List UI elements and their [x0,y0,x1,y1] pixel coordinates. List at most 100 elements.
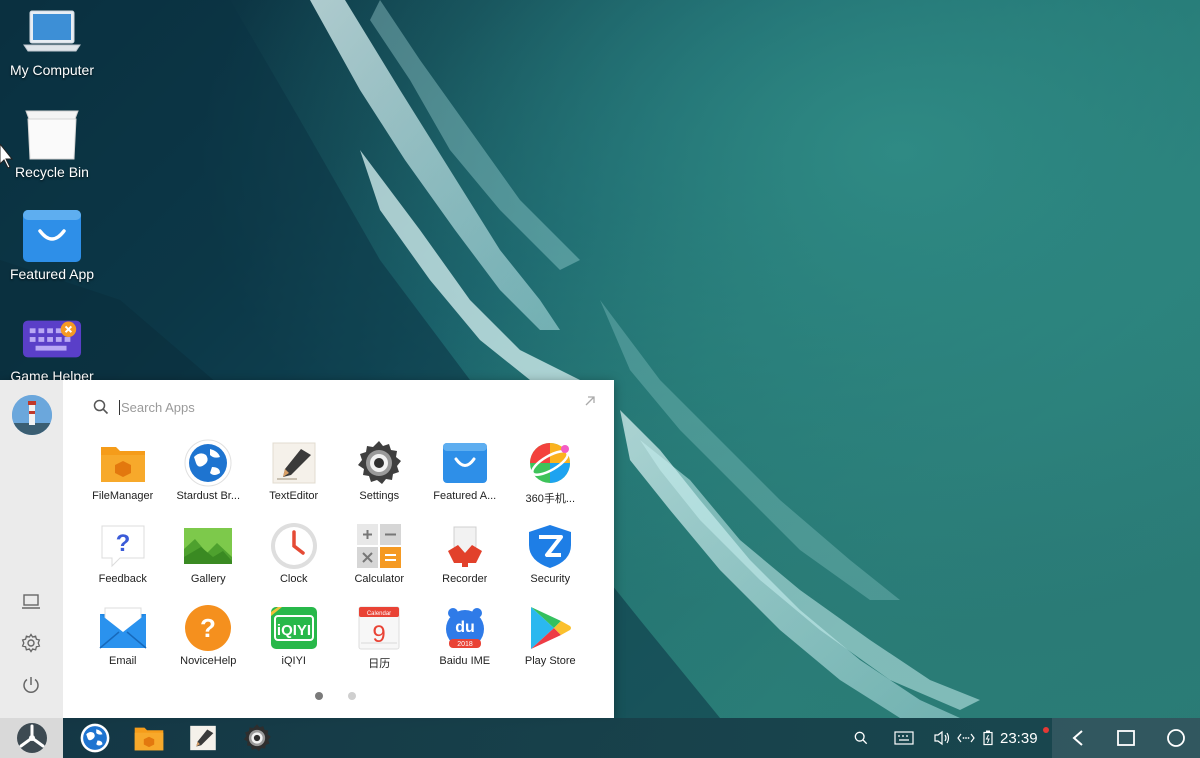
app-label: Featured A... [433,490,497,502]
start-menu-main: FileManager Stardust Br... [63,380,614,718]
laptop-icon [22,4,82,60]
iqiyi-icon: iQIYI [268,605,320,651]
browser-globe-icon [182,439,234,487]
envelope-icon [97,605,149,651]
start-menu: FileManager Stardust Br... [0,380,614,718]
expand-icon[interactable] [582,393,598,409]
question-bubble-icon: ? [97,523,149,569]
app-label: FileManager [92,490,154,502]
app-security[interactable]: Security [508,523,594,606]
network-icon [957,733,975,743]
folder-icon [97,440,149,486]
app-stardust-browser[interactable]: Stardust Br... [166,439,252,523]
tray-battery[interactable] [981,728,995,748]
mouse-cursor-icon [0,144,14,169]
app-clock[interactable]: Clock [251,522,337,606]
clock[interactable]: 23:39 [1000,730,1038,747]
app-iqiyi[interactable]: iQIYI iQIYI [251,605,337,688]
folder-icon [134,727,164,751]
keyboard-icon [894,731,914,745]
tray-network[interactable] [957,728,975,748]
app-email[interactable]: Email [80,605,166,688]
app-novicehelp[interactable]: ? NoviceHelp [166,605,252,688]
taskbar-app-texteditor[interactable] [188,724,218,752]
taskbar-app-settings[interactable] [242,724,272,752]
page-dot-1[interactable] [315,692,323,700]
search-input[interactable] [119,399,419,415]
app-label: Clock [279,572,308,585]
search-icon [854,731,868,745]
svg-text:9: 9 [373,621,386,648]
app-calendar[interactable]: Calendar 9 日历 [337,605,423,688]
search-bar [93,396,601,418]
colorful-ball-icon [524,440,576,486]
app-label: Calculator [354,572,405,585]
back-icon [1072,730,1083,746]
my-computer-button[interactable] [18,589,44,615]
volume-icon [934,730,950,746]
app-recorder[interactable]: Recorder [422,523,508,606]
recents-icon [1117,730,1135,746]
power-button[interactable] [18,672,44,698]
back-button[interactable] [1068,728,1088,748]
browser-globe-icon [80,723,110,753]
desktop-icon-my-computer[interactable]: My Computer [0,4,104,78]
page-dot-2[interactable] [348,692,356,700]
app-label: 日历 [368,658,391,670]
app-filemanager[interactable]: FileManager [80,440,166,523]
image-icon [182,523,234,569]
app-360-mobile[interactable]: 360手机... [508,440,594,523]
svg-text:Calendar: Calendar [367,611,391,617]
battery-icon [983,730,993,746]
desktop-icon-featured-app[interactable]: Featured App [0,208,104,282]
recents-button[interactable] [1116,728,1136,748]
navigation-bar [1052,718,1200,758]
text-editor-icon [190,725,216,751]
app-grid: FileManager Stardust Br... TextEditor Se… [80,439,594,688]
keyboard-icon [22,310,82,366]
home-icon [1167,729,1185,747]
app-label: Settings [359,490,400,502]
app-label: Security [530,572,571,585]
taskbar-app-filemanager[interactable] [134,724,164,752]
app-label: Baidu IME [439,655,491,667]
app-feedback[interactable]: ? Feedback [80,523,166,606]
app-featured-app[interactable]: Featured A... [422,440,508,523]
desktop-icon-label: Featured App [9,266,95,282]
app-settings[interactable]: Settings [337,440,423,523]
tray-search[interactable] [853,728,869,748]
desktop-icon-game-helper[interactable]: Game Helper [0,310,104,384]
shopping-bag-icon [22,208,82,264]
gear-icon [243,724,271,752]
app-label: iQIYI [281,655,306,667]
app-label: 360手机... [525,493,576,505]
tray-keyboard[interactable] [893,728,915,748]
clock-icon [268,522,320,569]
gear-icon [353,440,405,486]
app-label: Stardust Br... [176,490,241,502]
app-baidu-ime[interactable]: du 2018 Baidu IME [422,605,508,688]
app-texteditor[interactable]: TextEditor [251,440,337,523]
avatar[interactable] [11,395,52,435]
baidu-ime-icon: du 2018 [439,605,491,651]
app-calculator[interactable]: Calculator [337,523,423,606]
shopping-bag-icon [439,440,491,486]
start-button[interactable] [0,718,63,758]
laptop-icon [22,594,40,609]
app-gallery[interactable]: Gallery [166,523,252,606]
desktop-icon-recycle-bin[interactable]: Recycle Bin [0,106,104,180]
app-play-store[interactable]: Play Store [508,605,594,688]
page-indicator [315,692,356,700]
settings-button[interactable] [18,630,44,656]
search-icon [93,399,109,415]
tray-volume[interactable] [933,728,951,748]
power-icon [23,677,39,693]
home-button[interactable] [1166,728,1186,748]
shield-icon [524,523,576,569]
desktop-icon-label: Recycle Bin [15,164,89,180]
svg-text:iQIYI: iQIYI [277,622,311,639]
start-menu-sidebar [0,380,63,718]
app-label: Play Store [524,655,576,667]
taskbar-app-browser[interactable] [80,723,110,753]
phoenix-logo-icon [16,723,47,753]
